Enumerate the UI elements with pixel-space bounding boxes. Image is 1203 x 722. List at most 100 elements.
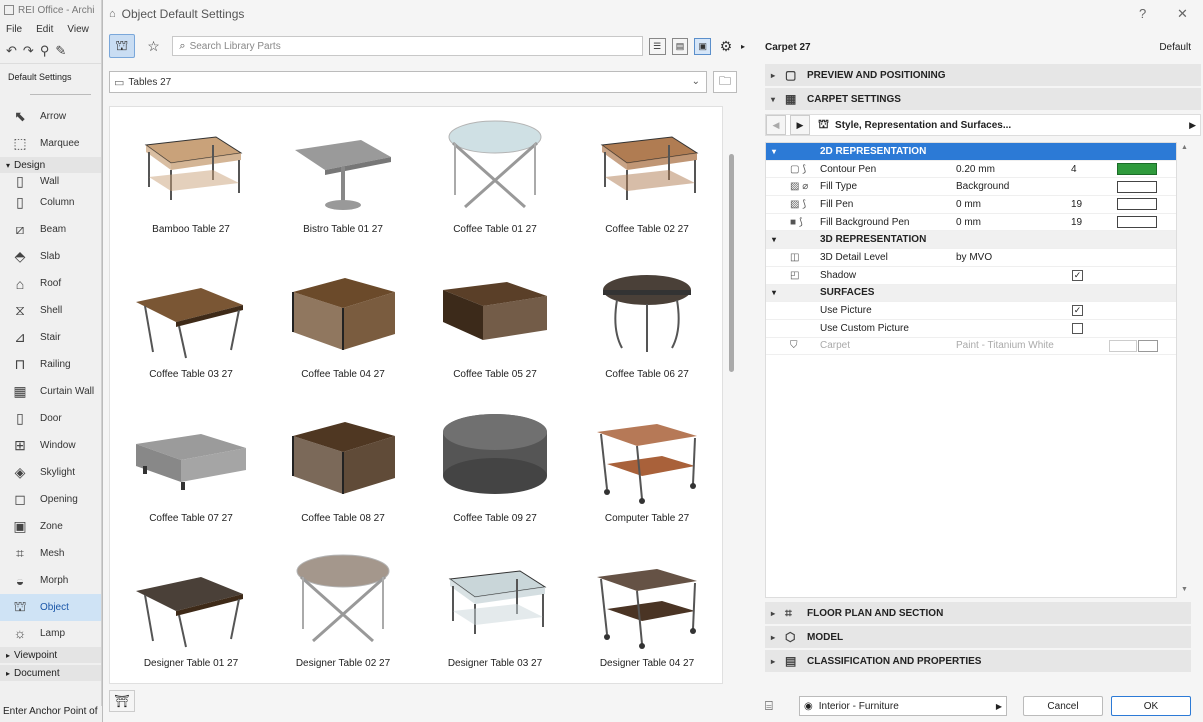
chevron-right-icon[interactable]: ▸ bbox=[741, 42, 745, 51]
favorites-icon[interactable]: ⌸ bbox=[765, 698, 791, 714]
tool-slab[interactable]: ⬘ Slab bbox=[0, 243, 101, 270]
pen-number[interactable]: 19 bbox=[1071, 217, 1082, 228]
library-item[interactable]: Designer Table 01 27 bbox=[115, 541, 267, 684]
library-item[interactable]: Coffee Table 05 27 bbox=[419, 252, 571, 396]
parameter-value[interactable]: Paint - Titanium White bbox=[956, 340, 1054, 351]
tool-object[interactable]: ⛫ Object bbox=[0, 594, 101, 621]
library-item[interactable]: Computer Table 27 bbox=[571, 396, 722, 540]
library-item[interactable]: Bamboo Table 27 bbox=[115, 107, 267, 251]
parameters-scrollbar[interactable]: ▲ ▼ bbox=[1179, 142, 1191, 598]
parameter-group[interactable]: ▾ 3D REPRESENTATION bbox=[766, 231, 1176, 250]
favorite-dropdown[interactable]: ◉ Interior - Furniture ▶ bbox=[799, 696, 1007, 716]
preview-section[interactable]: ▸ ▢ PREVIEW AND POSITIONING bbox=[765, 64, 1201, 86]
inject-icon[interactable]: ✎ bbox=[55, 43, 66, 59]
checkbox-checked[interactable]: ✓ bbox=[1072, 305, 1083, 317]
tool-lamp[interactable]: ☼ Lamp bbox=[0, 621, 101, 645]
scroll-down-icon[interactable]: ▼ bbox=[1181, 586, 1188, 593]
undo-icon[interactable]: ↶ bbox=[6, 43, 17, 59]
pen-color-swatch[interactable] bbox=[1117, 180, 1157, 193]
ok-button[interactable]: OK bbox=[1111, 696, 1191, 716]
tool-curtain-wall[interactable]: ▦ Curtain Wall bbox=[0, 378, 101, 405]
icon-view-icon[interactable]: ▣ bbox=[694, 37, 712, 55]
page-selector[interactable]: ⛫ Style, Representation and Surfaces... bbox=[814, 117, 1011, 133]
parameter-row[interactable]: ⛉ Carpet Paint - Titanium White bbox=[766, 338, 1176, 356]
pen-color-swatch[interactable] bbox=[1117, 216, 1157, 229]
library-item[interactable]: Designer Table 04 27 bbox=[571, 541, 722, 684]
parameter-row[interactable]: ▢ ⟆ Contour Pen 0.20 mm 4 bbox=[766, 161, 1176, 179]
model-section[interactable]: ▸ ⬡ MODEL bbox=[765, 626, 1191, 648]
tool-wall[interactable]: ▯ Wall bbox=[0, 173, 101, 189]
parameter-row[interactable]: ■ ⟆ Fill Background Pen 0 mm 19 bbox=[766, 214, 1176, 232]
tool-railing[interactable]: ⊓ Railing bbox=[0, 351, 101, 378]
cancel-button[interactable]: Cancel bbox=[1023, 696, 1103, 716]
parameter-row[interactable]: Use Custom Picture bbox=[766, 320, 1176, 338]
parameter-row[interactable]: ◰ Shadow ✓ bbox=[766, 267, 1176, 285]
library-item[interactable]: Coffee Table 03 27 bbox=[115, 252, 267, 396]
parameter-group[interactable]: ▾ SURFACES bbox=[766, 284, 1176, 303]
tool-mesh[interactable]: ⌗ Mesh bbox=[0, 540, 101, 567]
library-item[interactable]: Coffee Table 06 27 bbox=[571, 252, 722, 396]
close-icon[interactable]: ✕ bbox=[1177, 6, 1188, 22]
checkbox-checked[interactable]: ✓ bbox=[1072, 269, 1083, 281]
library-item[interactable]: Coffee Table 08 27 bbox=[267, 396, 419, 540]
tool-window[interactable]: ⊞ Window bbox=[0, 432, 101, 459]
group-document[interactable]: ▸ Document bbox=[0, 665, 101, 681]
tool-roof[interactable]: ⌂ Roof bbox=[0, 270, 101, 297]
search-input[interactable]: ⌕ Search Library Parts bbox=[172, 36, 643, 56]
menu-file[interactable]: File bbox=[6, 24, 22, 35]
chevron-right-icon[interactable]: ▶ bbox=[1189, 120, 1196, 131]
open-folder-button[interactable]: 🗀 bbox=[713, 71, 737, 93]
pen-number[interactable]: 19 bbox=[1071, 199, 1082, 210]
parameter-value[interactable]: Background bbox=[956, 181, 1009, 192]
redo-icon[interactable]: ↷ bbox=[23, 43, 34, 59]
parameter-row[interactable]: ◫ 3D Detail Level by MVO bbox=[766, 249, 1176, 267]
library-parts-icon[interactable]: ⛫ bbox=[109, 34, 135, 58]
tool-morph[interactable]: ◒ Morph bbox=[0, 567, 101, 594]
library-item[interactable]: Designer Table 02 27 bbox=[267, 541, 419, 684]
floor-plan-section[interactable]: ▸ ⌗ FLOOR PLAN AND SECTION bbox=[765, 602, 1191, 624]
menu-edit[interactable]: Edit bbox=[36, 24, 53, 35]
tool-opening[interactable]: ◻ Opening bbox=[0, 486, 101, 513]
folder-dropdown[interactable]: ▭ Tables 27 ⌄ bbox=[109, 71, 707, 93]
tool-stair[interactable]: ⊿ Stair bbox=[0, 324, 101, 351]
parameter-row[interactable]: ▨ ⌀ Fill Type Background bbox=[766, 178, 1176, 197]
tool-shell[interactable]: ⧖ Shell bbox=[0, 297, 101, 324]
settings-gear-icon[interactable]: ⚙ bbox=[717, 34, 735, 58]
pen-color-swatch[interactable] bbox=[1117, 198, 1157, 211]
library-item[interactable]: Coffee Table 02 27 bbox=[571, 107, 722, 251]
tool-zone[interactable]: ▣ Zone bbox=[0, 513, 101, 540]
parameter-value[interactable]: 0 mm bbox=[956, 199, 981, 210]
library-item[interactable]: Designer Table 03 27 bbox=[419, 541, 571, 684]
tool-skylight[interactable]: ◈ Skylight bbox=[0, 459, 101, 486]
carpet-settings-section[interactable]: ▾ ▦ CARPET SETTINGS bbox=[765, 88, 1201, 110]
tool-arrow[interactable]: ⬉ Arrow bbox=[0, 103, 101, 130]
surface-swatch[interactable] bbox=[1109, 339, 1137, 352]
help-icon[interactable]: ? bbox=[1139, 6, 1146, 21]
group-design[interactable]: ▾ Design bbox=[0, 157, 101, 173]
next-page-button[interactable]: ▶ bbox=[790, 115, 810, 135]
detail-view-icon[interactable]: ▤ bbox=[671, 37, 689, 55]
favorites-star-icon[interactable]: ☆ bbox=[141, 34, 167, 58]
list-view-icon[interactable]: ☰ bbox=[648, 37, 666, 55]
scroll-up-icon[interactable]: ▲ bbox=[1181, 144, 1188, 151]
tool-column[interactable]: ▯ Column bbox=[0, 189, 101, 216]
prev-page-button[interactable]: ◀ bbox=[766, 115, 786, 135]
grid-scrollbar[interactable] bbox=[729, 154, 734, 372]
pen-color-swatch[interactable] bbox=[1117, 163, 1157, 176]
pick-icon[interactable]: ⚲ bbox=[40, 43, 50, 59]
parameter-value[interactable]: 0.20 mm bbox=[956, 164, 995, 175]
parameter-row[interactable]: Use Picture ✓ bbox=[766, 302, 1176, 320]
group-viewpoint[interactable]: ▸ Viewpoint bbox=[0, 647, 101, 663]
library-item[interactable]: Coffee Table 04 27 bbox=[267, 252, 419, 396]
checkbox-unchecked[interactable] bbox=[1072, 322, 1083, 334]
parameter-value[interactable]: 0 mm bbox=[956, 217, 981, 228]
library-item[interactable]: Coffee Table 09 27 bbox=[419, 396, 571, 540]
tool-beam[interactable]: ⧄ Beam bbox=[0, 216, 101, 243]
library-item[interactable]: Coffee Table 01 27 bbox=[419, 107, 571, 251]
library-manager-button[interactable]: ⛩ bbox=[109, 690, 135, 712]
tool-marquee[interactable]: ⬚ Marquee bbox=[0, 130, 101, 157]
menu-view[interactable]: View bbox=[67, 24, 89, 35]
library-item[interactable]: Bistro Table 01 27 bbox=[267, 107, 419, 251]
surface-picker[interactable] bbox=[1138, 339, 1158, 352]
parameter-row[interactable]: ▨ ⟆ Fill Pen 0 mm 19 bbox=[766, 196, 1176, 214]
